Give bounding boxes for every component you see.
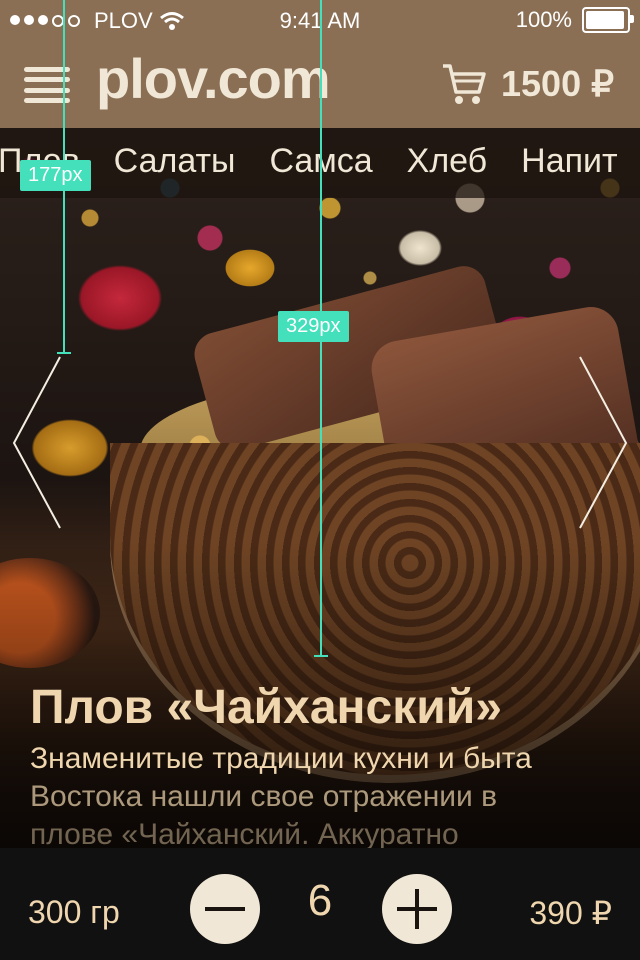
plus-icon (397, 889, 437, 929)
description-line: Востока нашли свое отражении в (30, 780, 498, 813)
product-weight: 300 гр (28, 894, 120, 930)
product-title: Плов «Чайханский» (30, 681, 502, 734)
product-description: Знаменитые традиции кухни и быта Востока… (30, 740, 620, 854)
guide-label-left: 177px (20, 160, 91, 191)
guide-label-center: 329px (278, 311, 349, 342)
guide-cap-left (57, 352, 71, 354)
tab-salads[interactable]: Салаты (114, 142, 236, 181)
cart-icon (443, 64, 486, 104)
battery-group: 100% (515, 7, 634, 33)
battery-percent: 100% (515, 7, 572, 32)
increase-button[interactable] (382, 874, 452, 944)
tab-drinks[interactable]: Напит (521, 142, 617, 181)
battery-icon (582, 7, 634, 33)
quantity-value: 6 (307, 876, 333, 925)
tab-bread[interactable]: Хлеб (407, 142, 488, 181)
order-bar: 300 гр 6 390 ₽ (0, 848, 640, 960)
description-line: Знаменитые традиции кухни и быта (30, 742, 532, 775)
cart-total: 1500 ₽ (501, 63, 614, 104)
product-price: 390 ₽ (529, 895, 612, 931)
prev-arrow-icon[interactable] (8, 355, 68, 530)
decrease-button[interactable] (190, 874, 260, 944)
next-arrow-icon[interactable] (572, 355, 632, 530)
screen: PLOV 9:41 AM 100% plov.com 1500 ₽ Салаты… (0, 0, 640, 960)
minus-icon (205, 907, 245, 911)
guide-cap-center (314, 655, 328, 657)
cart-button[interactable]: 1500 ₽ (441, 62, 614, 106)
logo[interactable]: plov.com (96, 46, 331, 111)
